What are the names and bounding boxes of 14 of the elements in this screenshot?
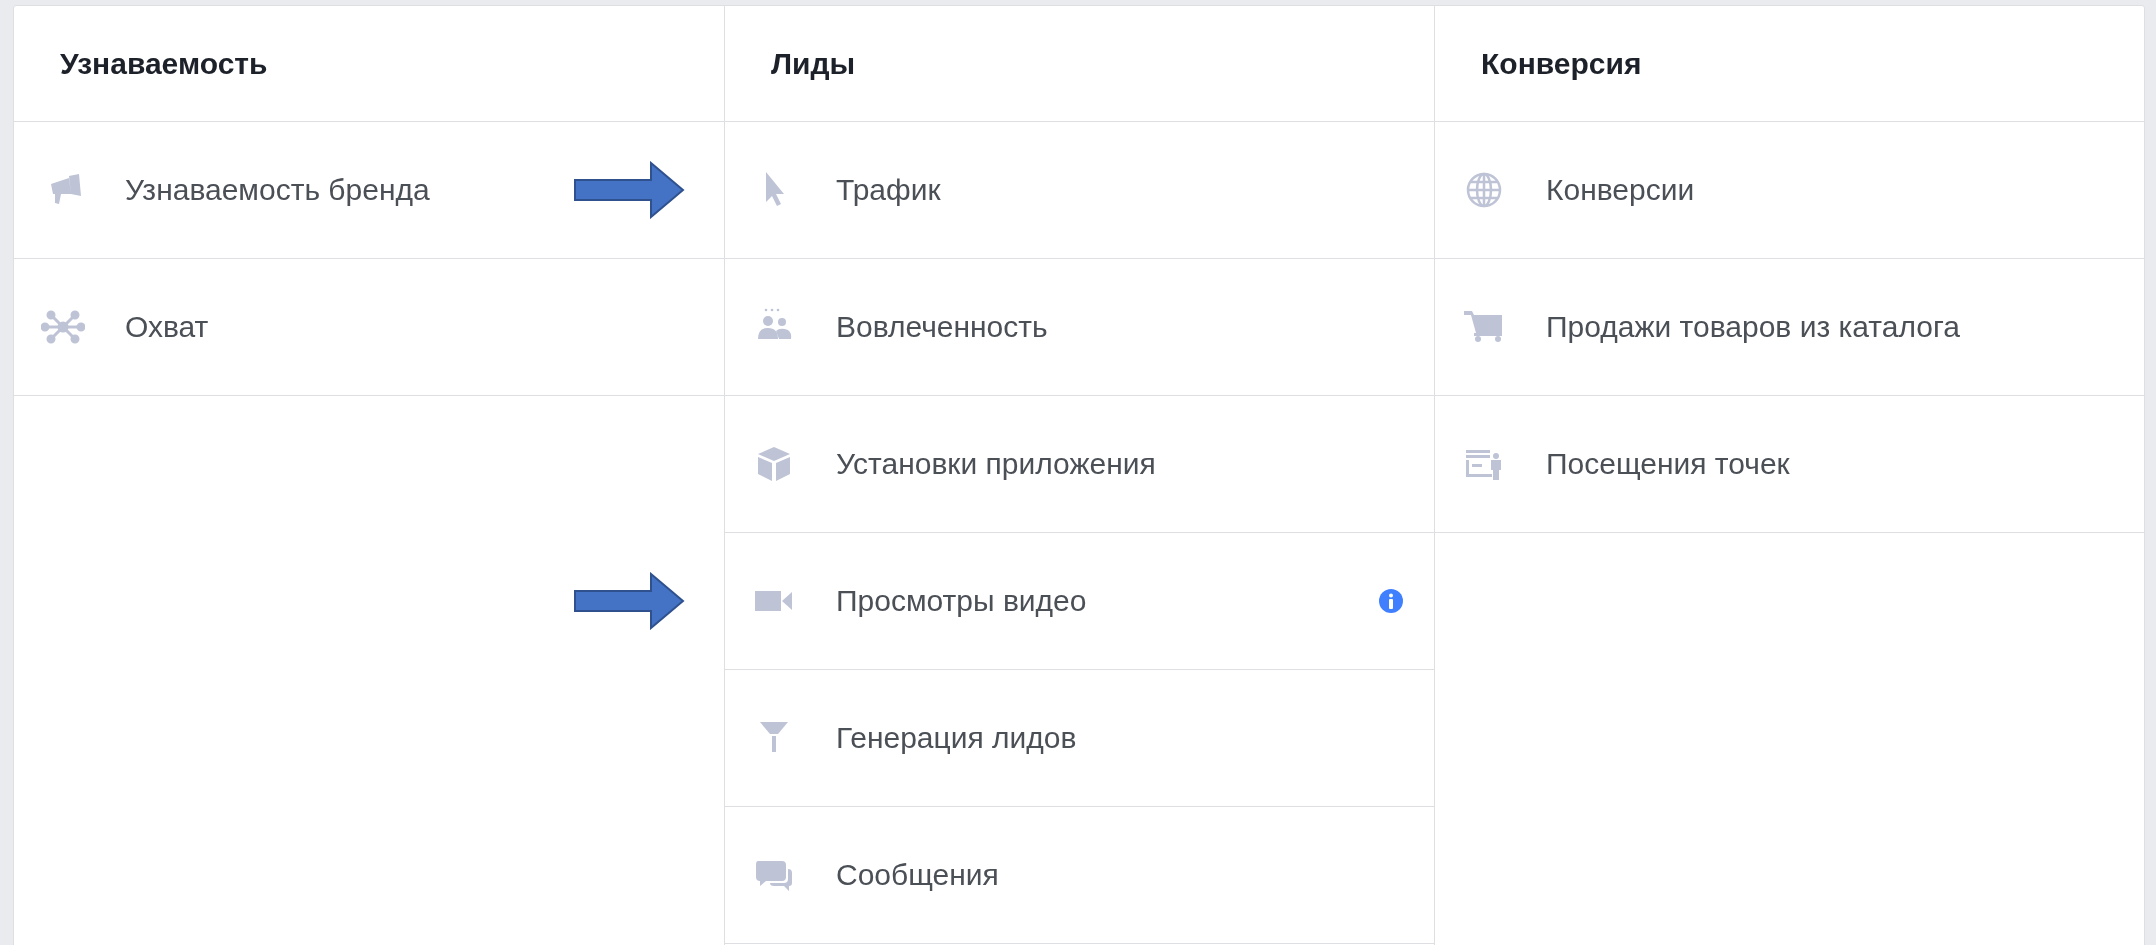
column-title: Лиды: [771, 46, 856, 81]
objective-option[interactable]: Генерация лидов: [725, 670, 1434, 807]
objective-option[interactable]: Конверсии: [1435, 122, 2144, 259]
objective-option[interactable]: Охват: [14, 259, 724, 396]
info-icon[interactable]: [1378, 588, 1404, 614]
objective-option[interactable]: Продажи товаров из каталога: [1435, 259, 2144, 396]
objective-option[interactable]: Установки приложения: [725, 396, 1434, 533]
column-title: Узнаваемость: [60, 46, 268, 81]
objective-option[interactable]: Трафик: [725, 122, 1434, 259]
column-title: Конверсия: [1481, 46, 1642, 81]
objective-option[interactable]: Посещения точек: [1435, 396, 2144, 533]
objective-option[interactable]: Вовлеченность: [725, 259, 1434, 396]
objective-option[interactable]: Сообщения: [725, 807, 1434, 944]
objective-option[interactable]: Просмотры видео: [725, 533, 1434, 670]
